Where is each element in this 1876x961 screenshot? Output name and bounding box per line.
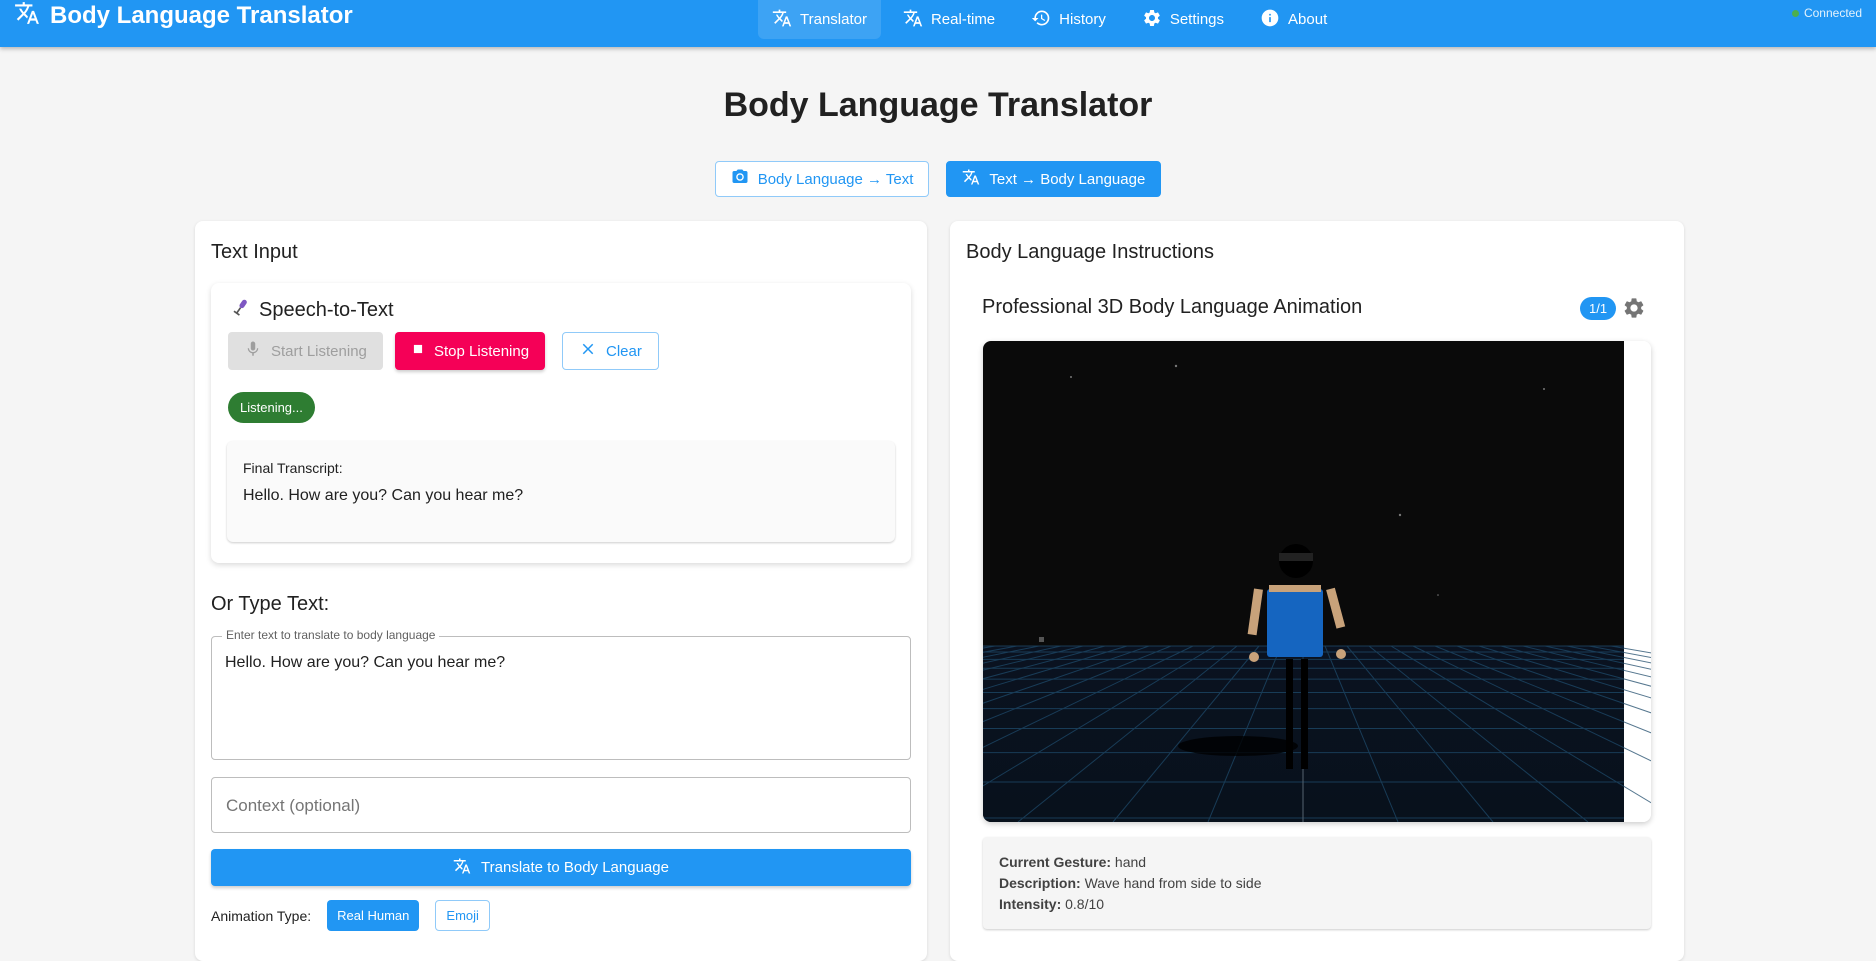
translate-icon [903,8,923,32]
nav-item-real-time[interactable]: Real-time [889,0,1009,39]
listening-status-chip: Listening... [228,392,315,423]
main-nav: Translator Real-time History Settings Ab… [758,0,1349,39]
mode-label: Body Language → Text [757,170,914,188]
gear-icon [1142,8,1162,32]
start-listening-button[interactable]: Start Listening [228,332,383,370]
button-label: Start Listening [271,342,367,360]
intensity-value: 0.8/10 [1065,896,1105,912]
history-icon [1031,8,1051,32]
microphone-icon [231,297,251,323]
gear-icon [1622,298,1646,324]
final-transcript-box: Final Transcript: Hello. How are you? Ca… [227,441,895,542]
nav-label: Translator [800,11,867,28]
mode-label: Text → Body Language [989,170,1146,188]
translate-icon [453,857,471,879]
translate-icon [14,0,40,31]
microphone-icon [244,340,262,362]
animation-settings-button[interactable] [1622,296,1646,320]
context-field[interactable] [211,777,911,833]
current-gesture-line: Current Gesture: hand [999,854,1146,870]
text-input-panel: Text Input Speech-to-Text Start Listenin… [195,221,927,961]
stop-listening-button[interactable]: Stop Listening [395,332,546,370]
description-label: Description: [999,875,1081,891]
mode-text-to-body-button[interactable]: Text → Body Language [946,161,1162,197]
current-gesture-value: hand [1114,854,1147,870]
camera-icon [731,168,749,190]
nav-item-history[interactable]: History [1017,0,1120,39]
animation-type-label: Animation Type: [211,907,312,924]
nav-label: History [1059,11,1106,28]
gesture-info-box: Current Gesture: hand Description: Wave … [983,837,1651,929]
button-label: Translate to Body Language [481,859,669,876]
translate-icon [772,8,792,32]
status-dot-icon [1791,9,1799,17]
or-type-heading: Or Type Text: [211,593,330,615]
transcript-text: Hello. How are you? Can you hear me? [243,487,524,504]
nav-label: Real-time [930,11,996,28]
app-title: Body Language Translator [50,1,353,29]
clear-button[interactable]: Clear [562,332,659,370]
current-gesture-label: Current Gesture: [999,854,1112,870]
button-label: Clear [606,342,642,360]
body-language-instructions-panel: Body Language Instructions Professional … [950,221,1684,961]
panel-title: Body Language Instructions [966,241,1214,263]
transcript-label: Final Transcript: [243,460,343,476]
translate-icon [962,168,980,190]
page-title: Body Language Translator [723,86,1153,124]
3d-scene [983,341,1651,822]
nav-label: About [1288,11,1328,28]
brand[interactable]: Body Language Translator [14,0,353,31]
animation-option-real-human[interactable]: Real Human [327,900,420,931]
mode-body-to-text-button[interactable]: Body Language → Text [714,161,930,197]
panel-title: Text Input [211,241,298,263]
connection-label: Connected [1803,6,1862,20]
translate-button[interactable]: Translate to Body Language [211,849,911,886]
intensity-label: Intensity: [999,896,1062,912]
stop-icon [411,342,425,360]
info-icon [1260,8,1280,32]
text-to-translate-field[interactable]: Enter text to translate to body language… [211,628,911,760]
text-field-value[interactable]: Hello. How are you? Can you hear me? [225,654,505,672]
nav-label: Settings [1169,11,1225,28]
speech-to-text-card: Speech-to-Text Start Listening Stop List… [211,283,911,563]
button-label: Stop Listening [434,342,530,360]
intensity-line: Intensity: 0.8/10 [999,896,1104,912]
context-input[interactable] [224,790,898,822]
description-value: Wave hand from side to side [1084,875,1262,891]
text-field-label: Enter text to translate to body language [222,628,440,642]
stt-title: Speech-to-Text [259,298,394,321]
gesture-count-badge: 1/1 [1580,297,1617,320]
mode-switch: Body Language → Text Text → Body Languag… [0,161,1876,197]
animation-title: Professional 3D Body Language Animation [982,296,1363,318]
animation-type-row: Animation Type: Real Human Emoji [211,900,490,931]
close-icon [579,340,597,362]
connection-status: Connected [1791,6,1862,20]
app-bar: Body Language Translator Translator Real… [0,0,1876,47]
nav-item-about[interactable]: About [1246,0,1341,39]
stt-title-row: Speech-to-Text [231,297,394,323]
description-line: Description: Wave hand from side to side [999,875,1261,891]
animation-option-emoji[interactable]: Emoji [435,900,490,931]
animation-viewport[interactable] [983,341,1651,822]
nav-item-settings[interactable]: Settings [1128,0,1238,39]
nav-item-translator[interactable]: Translator [758,0,881,39]
